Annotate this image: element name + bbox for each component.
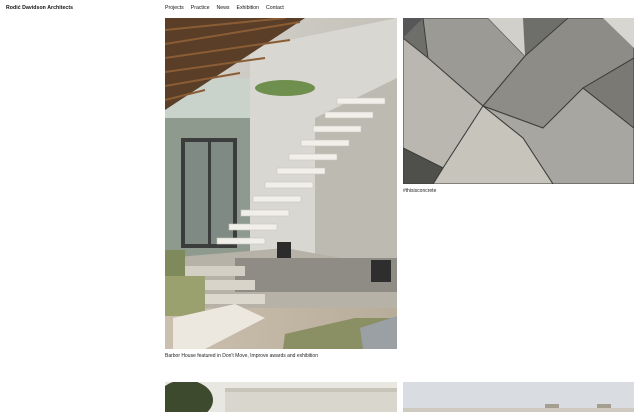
nav-news[interactable]: News: [217, 5, 230, 11]
post-image-concrete[interactable]: [403, 18, 634, 184]
post-caption-barbor-house[interactable]: Barbor House featured in Don't Move, Imp…: [165, 353, 318, 359]
nav-exhibition[interactable]: Exhibition: [236, 5, 259, 11]
nav-projects[interactable]: Projects: [165, 5, 184, 11]
post-image-facade[interactable]: [403, 382, 634, 412]
facade-photo: [403, 382, 634, 412]
post-image-staircase[interactable]: [165, 18, 397, 349]
concrete-tiles-photo: [403, 18, 634, 184]
post-image-building[interactable]: [165, 382, 397, 412]
staircase-photo: [165, 18, 397, 349]
site-logo[interactable]: Rodić Davidson Architects: [6, 5, 73, 11]
post-caption-thisisconcrete[interactable]: #thisisconcrete: [403, 188, 436, 194]
nav-practice[interactable]: Practice: [191, 5, 210, 11]
main-nav: Projects Practice News Exhibition Contac…: [165, 5, 284, 11]
nav-contact[interactable]: Contact: [266, 5, 284, 11]
building-photo: [165, 382, 397, 412]
